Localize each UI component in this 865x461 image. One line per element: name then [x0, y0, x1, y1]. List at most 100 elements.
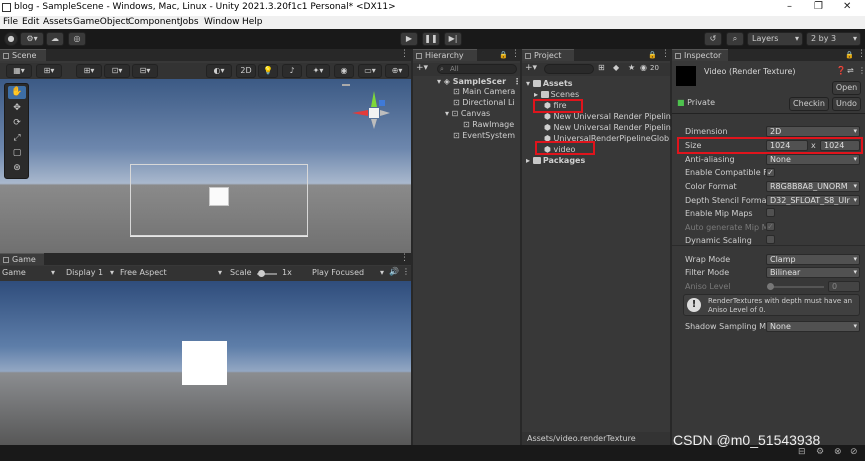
shading-mode-dropdown[interactable]: ◐▾	[206, 64, 232, 78]
hierarchy-item-rawimage[interactable]: ⊡ RawImage	[463, 120, 514, 129]
move-tool-icon[interactable]: ✥	[8, 102, 26, 115]
grid-snap-dropdown[interactable]: ⊞▾	[76, 64, 102, 78]
project-item-packages[interactable]: ▸ Packages	[526, 156, 585, 165]
pause-button[interactable]: ❚❚	[422, 32, 440, 46]
open-button[interactable]: Open	[832, 81, 861, 95]
hierarchy-item-directional-light[interactable]: ⊡ Directional Li	[453, 98, 515, 107]
effects-dropdown[interactable]: ✦▾	[306, 64, 330, 78]
wrap-mode-dropdown[interactable]: Clamp ▾	[766, 254, 860, 265]
shadow-sampling-dropdown[interactable]: None ▾	[766, 321, 860, 332]
layers-dropdown[interactable]: Layers ▾	[747, 32, 803, 46]
status-icon-1[interactable]: ⊟	[798, 447, 806, 457]
audio-toggle-icon[interactable]: ♪	[282, 64, 302, 78]
hidden-objects-icon[interactable]: ◉	[334, 64, 354, 78]
step-button[interactable]: ▶|	[444, 32, 462, 46]
play-button[interactable]: ▶	[400, 32, 418, 46]
menu-edit[interactable]: Edit	[22, 17, 39, 27]
depth-stencil-dropdown[interactable]: D32_SFLOAT_S8_UIr ▾	[766, 195, 860, 206]
game-panel-menu-icon[interactable]: ⋮	[400, 253, 409, 263]
menu-jobs[interactable]: Jobs	[180, 17, 199, 27]
project-item-scenes[interactable]: ▸ Scenes	[534, 90, 579, 99]
close-button[interactable]: ✕	[843, 1, 851, 12]
enable-compatible-checkbox[interactable]: ✓	[766, 168, 775, 177]
rect-tool-icon[interactable]: ▢	[8, 147, 26, 160]
game-menu-icon[interactable]: ⋮	[402, 267, 410, 276]
status-icon-4[interactable]: ⊘	[850, 447, 858, 457]
scale-tool-icon[interactable]: ⤢	[8, 132, 26, 145]
maximize-button[interactable]: ❐	[814, 1, 823, 12]
menu-component[interactable]: Component	[128, 17, 180, 27]
menu-assets[interactable]: Assets	[43, 17, 72, 27]
game-viewport[interactable]	[0, 281, 411, 445]
hand-tool-icon[interactable]: ✋	[8, 86, 26, 99]
project-search-input[interactable]	[544, 64, 594, 74]
tab-hierarchy[interactable]: Hierarchy	[413, 49, 477, 61]
collab-dropdown[interactable]: ⚙▾	[20, 32, 44, 46]
camera-dropdown[interactable]: ▭▾	[358, 64, 382, 78]
help-icon[interactable]: ❓	[836, 66, 846, 75]
inspector-lock-icon[interactable]: 🔒	[845, 51, 854, 59]
search-icon[interactable]: ⌕	[726, 32, 744, 46]
dynamic-scaling-checkbox[interactable]	[766, 235, 775, 244]
hierarchy-item-canvas[interactable]: ▾ ⊡ Canvas	[445, 109, 490, 118]
inspector-menu-icon[interactable]: ⋮	[857, 49, 865, 59]
presets-icon[interactable]: ⇌	[847, 66, 854, 75]
search-by-type-icon[interactable]: ⊞	[598, 63, 605, 72]
project-menu-icon[interactable]: ⋮	[661, 49, 670, 59]
undo-history-icon[interactable]: ↺	[704, 32, 722, 46]
cloud-icon[interactable]: ☁	[46, 32, 64, 46]
status-icon-3[interactable]: ⊗	[834, 447, 842, 457]
game-view-dropdown[interactable]: Game ▾	[2, 268, 58, 277]
asset-menu-icon[interactable]: ⋮	[858, 66, 865, 75]
increment-snap-dropdown[interactable]: ⊟▾	[132, 64, 158, 78]
hierarchy-item-eventsystem[interactable]: ⊡ EventSystem	[453, 131, 515, 140]
transform-tool-icon[interactable]: ⊛	[8, 162, 26, 175]
filter-mode-dropdown[interactable]: Bilinear ▾	[766, 267, 860, 278]
project-add-button[interactable]: +▾	[525, 63, 537, 73]
hierarchy-search-input[interactable]: ⌕ All	[437, 64, 517, 74]
project-lock-icon[interactable]: 🔒	[648, 51, 657, 59]
draw-mode-dropdown[interactable]: ▦▾	[6, 64, 32, 78]
menu-gameobject[interactable]: GameObject	[73, 17, 129, 27]
play-mode-dropdown[interactable]: Play Focused ▾	[312, 268, 384, 277]
gizmo-dropdown[interactable]: ⊞▾	[36, 64, 62, 78]
checkin-button[interactable]: Checkin	[789, 97, 829, 111]
hierarchy-menu-icon[interactable]: ⋮	[511, 49, 520, 59]
gizmos-dropdown[interactable]: ⊕▾	[385, 64, 409, 78]
search-by-label-icon[interactable]: ◆	[613, 63, 619, 72]
minimize-button[interactable]: –	[787, 1, 792, 12]
tab-project[interactable]: Project	[522, 49, 574, 61]
lighting-toggle-icon[interactable]: 💡	[258, 64, 278, 78]
snap-dropdown[interactable]: ⊡▾	[104, 64, 130, 78]
dimension-dropdown[interactable]: 2D ▾	[766, 126, 860, 137]
color-format-dropdown[interactable]: R8G8B8A8_UNORM ▾	[766, 181, 860, 192]
panel-menu-icon[interactable]: ⋮	[400, 49, 409, 59]
tab-game[interactable]: Game	[0, 253, 44, 265]
scale-slider-handle[interactable]	[258, 270, 265, 277]
hierarchy-add-button[interactable]: +▾	[416, 63, 428, 73]
enable-mip-maps-checkbox[interactable]	[766, 208, 775, 217]
hierarchy-lock-icon[interactable]: 🔒	[499, 51, 508, 59]
menu-help[interactable]: Help	[242, 17, 263, 27]
project-item-urp-asset-2[interactable]: ⬢ New Universal Render Pipelin	[544, 123, 671, 132]
aspect-dropdown[interactable]: Free Aspect ▾	[120, 268, 226, 277]
hierarchy-item-scene[interactable]: ▾ ◈ SampleScer ⋮	[437, 77, 521, 86]
tab-scene[interactable]: Scene	[0, 49, 46, 61]
layout-dropdown[interactable]: 2 by 3 ▾	[806, 32, 861, 46]
menu-window[interactable]: Window	[204, 17, 240, 27]
display-dropdown[interactable]: Display 1 ▾	[66, 268, 116, 277]
2d-toggle[interactable]: 2D	[236, 64, 256, 78]
orientation-gizmo[interactable]	[352, 91, 396, 135]
scene-viewport[interactable]	[0, 79, 411, 253]
rotate-tool-icon[interactable]: ⟳	[8, 117, 26, 130]
hidden-packages-icon[interactable]: ◉	[640, 63, 647, 72]
raw-image-object[interactable]	[209, 187, 229, 206]
undo-button[interactable]: Undo	[832, 97, 861, 111]
account-icon[interactable]: ●	[4, 32, 18, 46]
tab-inspector[interactable]: Inspector	[672, 49, 728, 61]
favorite-icon[interactable]: ★	[628, 63, 635, 72]
project-item-urp-asset-1[interactable]: ⬢ New Universal Render Pipelin	[544, 112, 671, 121]
mute-audio-icon[interactable]: 🔊	[389, 267, 399, 276]
services-icon[interactable]: ◎	[68, 32, 86, 46]
anti-aliasing-dropdown[interactable]: None ▾	[766, 154, 860, 165]
